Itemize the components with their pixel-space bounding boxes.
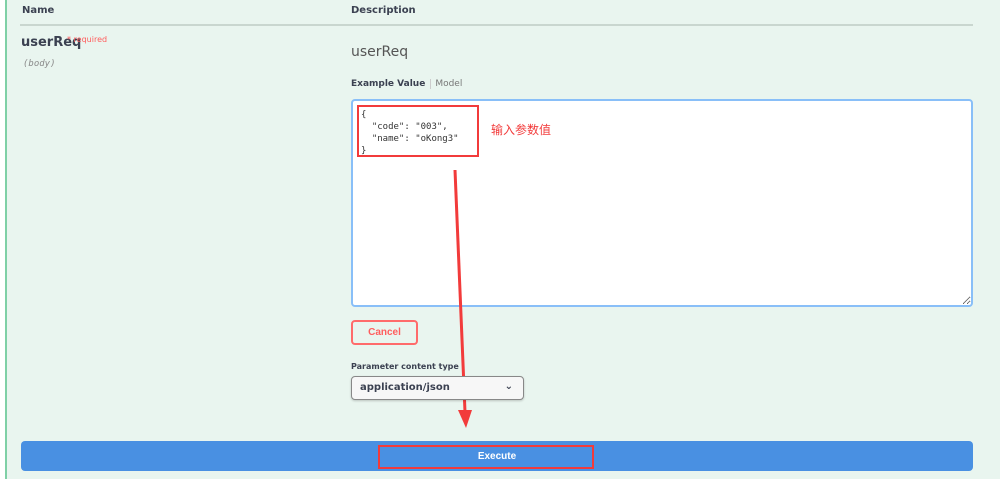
annotation-arrow [453,169,472,428]
content-type-select[interactable]: application/json ⌄ [351,376,524,400]
arrow-head [458,410,472,428]
chevron-down-icon: ⌄ [504,381,513,392]
cancel-button[interactable]: Cancel [351,320,418,345]
content-type-label: Parameter content type [351,362,459,371]
content-type-value: application/json [360,382,450,393]
highlight-box-execute [378,445,594,469]
